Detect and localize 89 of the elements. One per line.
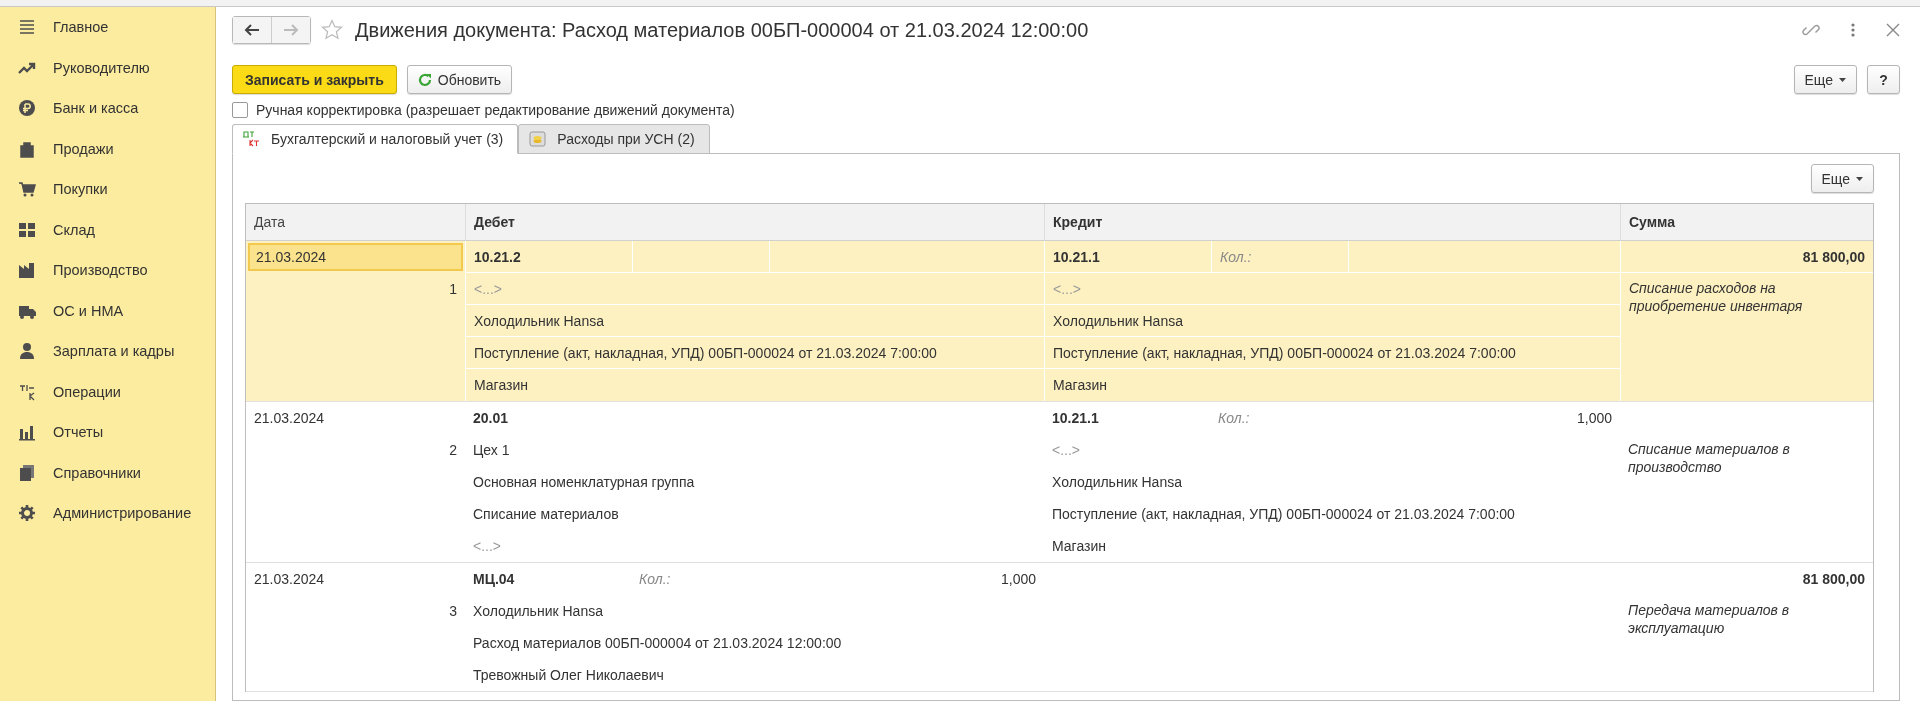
quantity-label: Кол.:	[638, 570, 672, 589]
window-title: Движения документа: Расход материалов 00БП-000004 от 21.03.2024 12:00:00	[355, 18, 1090, 42]
caret-icon	[1856, 176, 1863, 181]
subconto-value: Списание материалов	[472, 505, 620, 524]
subconto-value: Поступление (акт, накладная, УПД) 00БП-000024 от 21.03.2024 7:00:00	[466, 337, 1044, 369]
subconto-value: Поступление (акт, накладная, УПД) 00БП-000024 от 21.03.2024 7:00:00	[1045, 337, 1620, 369]
sidebar-item[interactable]: Покупки	[0, 169, 215, 210]
column-header[interactable]: Дата	[246, 204, 465, 240]
more-button[interactable]: Еще	[1810, 164, 1874, 193]
column-header[interactable]: Дебет	[465, 204, 1044, 240]
subconto-value: Холодильник Hansa	[466, 305, 1044, 337]
quantity-label: Кол.:	[1211, 241, 1348, 272]
subconto-value: Магазин	[1052, 376, 1108, 395]
empty-value: <...>	[472, 537, 503, 556]
tab[interactable]: Бухгалтерский и налоговый учет (3)	[232, 124, 519, 154]
sidebar-item[interactable]: Отчеты	[0, 412, 215, 453]
sidebar-item[interactable]: Администрирование	[0, 493, 215, 534]
account-code: МЦ.04	[472, 570, 516, 589]
more-menu-icon[interactable]	[1850, 21, 1856, 39]
checkbox-label: Ручная корректировка (разрешает редактирование движений документа)	[256, 102, 735, 118]
section-icon	[18, 382, 36, 401]
section-icon	[18, 261, 36, 280]
date-cell[interactable]: 21.03.2024	[248, 404, 463, 432]
subconto-value: Тревожный Олег Николаевич	[472, 666, 665, 685]
sidebar-item[interactable]: Главное	[0, 7, 215, 48]
date-cell[interactable]: 21.03.2024	[248, 565, 463, 593]
entry-description: Списание материалов в производство	[1627, 440, 1791, 477]
empty-value: <...>	[466, 273, 1044, 305]
column-header[interactable]: Сумма	[1620, 204, 1873, 240]
empty-value: <...>	[1051, 441, 1082, 460]
subconto-value: Магазин	[473, 376, 529, 395]
entry-description: Списание расходов на приобретение инвентаря	[1628, 279, 1804, 316]
quantity-value: 1,000	[999, 570, 1037, 589]
amount-cell: 81 800,00	[1621, 241, 1873, 273]
save-and-close-button[interactable]: Записать и закрыть	[232, 65, 397, 94]
sidebar-item[interactable]: Производство	[0, 250, 215, 291]
column-header[interactable]: Кредит	[1044, 204, 1620, 240]
sidebar-item[interactable]: Операции	[0, 371, 215, 412]
sidebar-item[interactable]: ОС и НМА	[0, 290, 215, 331]
sidebar-item[interactable]: Склад	[0, 209, 215, 250]
checkbox[interactable]	[232, 102, 248, 118]
subconto-value: Расход материалов 00БП-000004 от 21.03.2024 12:00:00	[472, 634, 843, 653]
section-icon	[18, 342, 36, 361]
sidebar-item[interactable]: Руководителю	[0, 47, 215, 88]
empty-value: <...>	[1045, 273, 1620, 305]
subconto-value: Холодильник Hansa	[1045, 305, 1620, 337]
date-cell[interactable]: 21.03.2024	[248, 243, 463, 271]
section-icon	[18, 18, 36, 37]
row-number: 1	[448, 280, 458, 299]
quantity-label: Кол.:	[1217, 409, 1251, 428]
refresh-button[interactable]: Обновить	[406, 65, 513, 94]
close-icon[interactable]	[1886, 23, 1900, 37]
refresh-icon	[417, 72, 432, 87]
account-code: 10.21.2	[473, 247, 522, 267]
subconto-value: Магазин	[1051, 537, 1107, 556]
account-code: 10.21.1	[1052, 247, 1101, 267]
section-icon	[18, 99, 36, 118]
entry-description: Передача материалов в эксплуатацию	[1627, 601, 1791, 638]
star-icon[interactable]	[321, 19, 343, 41]
section-icon	[18, 180, 36, 199]
section-icon	[18, 220, 36, 239]
forward-arrow-icon	[283, 24, 299, 36]
section-icon	[18, 463, 36, 482]
back-button[interactable]	[233, 17, 271, 43]
more-button[interactable]: Еще	[1793, 65, 1857, 94]
sidebar-item[interactable]: Справочники	[0, 452, 215, 493]
sidebar-item[interactable]: Банк и касса	[0, 88, 215, 129]
caret-icon	[1839, 77, 1846, 82]
quantity-value: 1,000	[1575, 409, 1613, 428]
amount-cell-text: 81 800,00	[1801, 570, 1866, 589]
row-number: 3	[448, 602, 458, 621]
back-arrow-icon	[244, 24, 260, 36]
help-button[interactable]: ?	[1867, 65, 1900, 94]
debit-credit-icon	[243, 131, 261, 147]
sidebar-item[interactable]: Продажи	[0, 128, 215, 169]
section-icon	[18, 423, 36, 442]
subconto-value: Основная номенклатурная группа	[472, 473, 696, 492]
coins-icon	[529, 131, 548, 147]
subconto-value: Цех 1	[472, 441, 511, 460]
section-icon	[18, 139, 36, 158]
subconto-value: Холодильник Hansa	[472, 602, 604, 621]
subconto-value: Поступление (акт, накладная, УПД) 00БП-000024 от 21.03.2024 7:00:00	[1051, 505, 1516, 524]
sidebar-item[interactable]: Зарплата и кадры	[0, 331, 215, 372]
account-code: 20.01	[472, 409, 510, 428]
section-icon	[18, 504, 36, 523]
row-number: 2	[448, 441, 458, 460]
subconto-value: Холодильник Hansa	[1051, 473, 1183, 492]
tab[interactable]: Расходы при УСН (2)	[518, 124, 710, 154]
account-code: 10.21.1	[1051, 409, 1100, 428]
